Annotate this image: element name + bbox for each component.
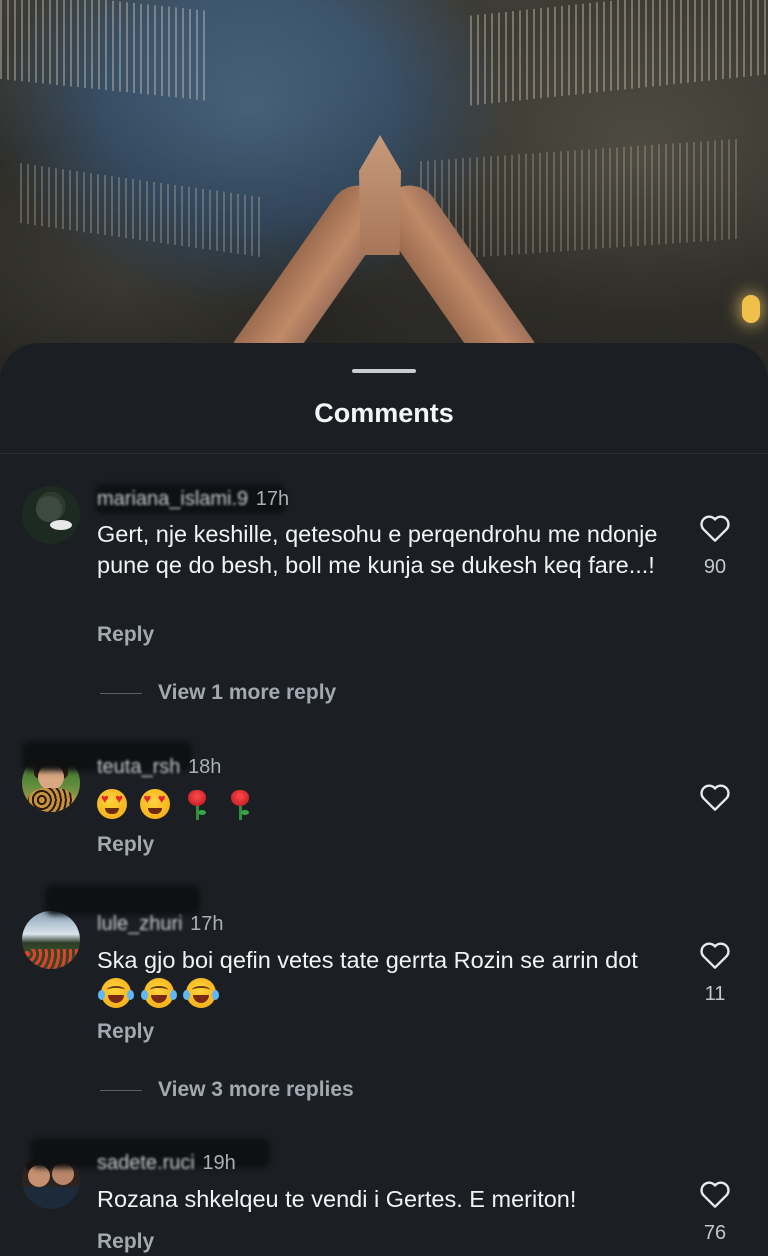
comments-sheet: Comments mariana_islami.9 17h Gert, nje …	[0, 343, 768, 1256]
comment-emojis	[97, 787, 677, 820]
sheet-grabber-handle[interactable]	[352, 369, 416, 373]
like-count: 11	[704, 983, 726, 1005]
like-count: 76	[703, 1222, 727, 1244]
decor-fringe	[470, 0, 768, 106]
heart-outline-icon	[700, 784, 730, 811]
divider	[0, 453, 768, 454]
username[interactable]: teuta_rsh	[97, 756, 180, 778]
view-more-label: View 1 more reply	[158, 681, 337, 704]
heart-eyes-emoji	[97, 788, 127, 819]
reply-button[interactable]: Reply	[97, 833, 154, 857]
comment-text: Ska gjo boi qefin vetes tate gerrta Rozi…	[97, 947, 638, 973]
rose-emoji	[225, 788, 255, 820]
reply-button[interactable]: Reply	[97, 1020, 154, 1044]
like-button[interactable]: 76	[690, 1179, 740, 1245]
laughing-tears-emoji	[98, 977, 134, 1008]
username[interactable]: mariana_islami.9	[97, 488, 248, 510]
reply-button[interactable]: Reply	[97, 1230, 154, 1254]
like-button[interactable]: 11	[690, 940, 740, 1006]
heart-eyes-emoji	[139, 788, 170, 819]
comment-time: 19h	[202, 1152, 236, 1174]
username[interactable]: sadete.ruci	[97, 1152, 195, 1174]
username-redaction	[45, 885, 200, 915]
laughing-tears-emoji	[140, 977, 177, 1008]
laughing-tears-emoji	[183, 977, 220, 1008]
comment-time: 18h	[187, 756, 222, 778]
comment-text-block: Ska gjo boi qefin vetes tate gerrta Rozi…	[97, 945, 677, 1008]
avatar[interactable]	[22, 911, 80, 969]
comment-time: 17h	[190, 913, 224, 935]
sheet-title: Comments	[314, 398, 454, 428]
decor-fringe	[420, 138, 740, 262]
decor-fringe	[0, 0, 210, 102]
username[interactable]: lule_zhuri	[97, 913, 183, 935]
comment-text: Gert, nje keshille, qetesohu e perqendro…	[97, 521, 658, 578]
view-more-label: View 3 more replies	[158, 1078, 354, 1101]
like-count: 90	[703, 556, 727, 578]
like-button[interactable]: 90	[690, 513, 740, 579]
video-background	[0, 0, 768, 400]
reply-button[interactable]: Reply	[97, 623, 154, 647]
avatar[interactable]	[22, 486, 80, 544]
lamp-light	[742, 295, 760, 323]
decor-fringe	[20, 163, 260, 257]
heart-outline-icon	[700, 942, 730, 969]
heart-outline-icon	[700, 515, 730, 542]
comment-text: Rozana shkelqeu te vendi i Gertes. E mer…	[97, 1186, 577, 1212]
like-button[interactable]	[690, 782, 740, 817]
heart-outline-icon	[700, 1181, 730, 1208]
rose-emoji	[182, 788, 212, 820]
comment-time: 17h	[255, 488, 290, 510]
